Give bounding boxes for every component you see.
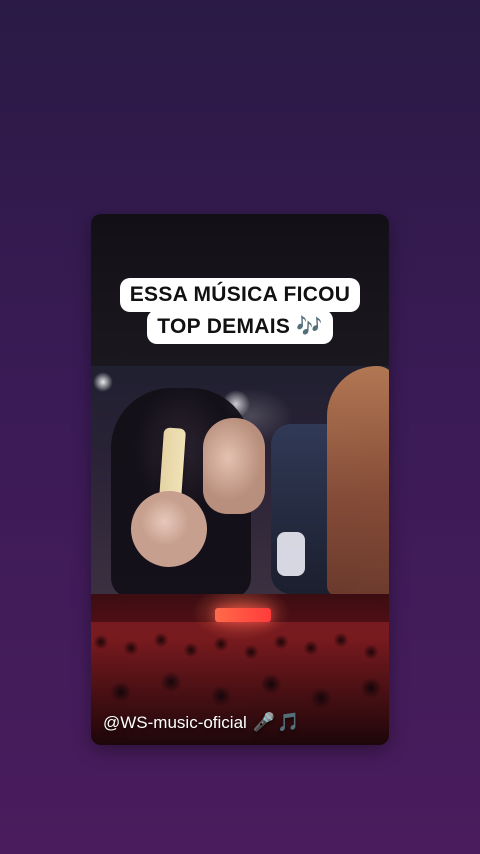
watermark-text: @WS-music-oficial xyxy=(103,713,247,732)
caption: ESSA MÚSICA FICOU TOP DEMAIS 🎶 xyxy=(91,278,389,345)
watermark-icons: 🎤 🎵 xyxy=(253,713,300,731)
stage-screen xyxy=(215,608,271,622)
person-face xyxy=(203,418,265,514)
video-card[interactable]: ESSA MÚSICA FICOU TOP DEMAIS 🎶 @WS-music… xyxy=(91,214,389,745)
microphone-icon: 🎤 xyxy=(252,712,276,732)
white-shirt xyxy=(277,532,305,576)
video-scene-close-up xyxy=(91,366,389,598)
caption-line-2: TOP DEMAIS 🎶 xyxy=(147,310,333,345)
watermark: @WS-music-oficial 🎤 🎵 xyxy=(103,713,300,733)
person-right-hair xyxy=(327,366,389,596)
music-note-icon: 🎵 xyxy=(277,712,300,732)
caption-line-1: ESSA MÚSICA FICOU xyxy=(119,278,361,313)
